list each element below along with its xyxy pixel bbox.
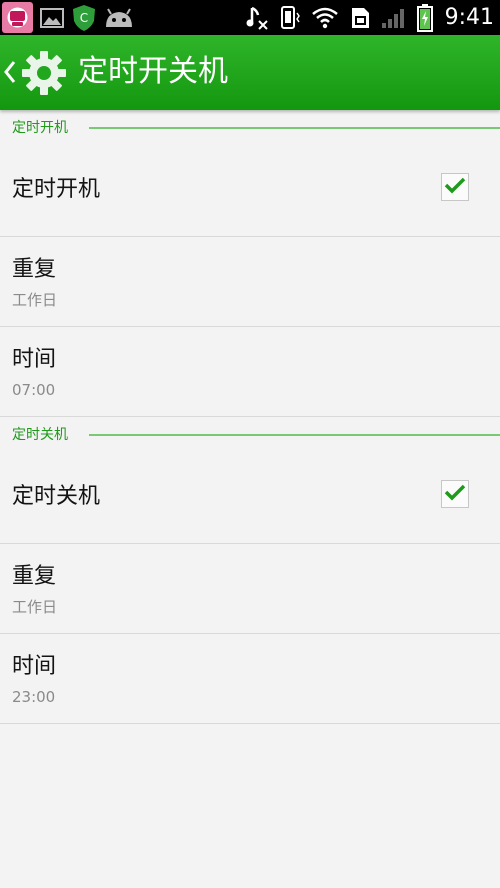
- power-on-time-label: 时间: [12, 347, 57, 372]
- music-muted-icon: [245, 5, 269, 31]
- gallery-icon: [39, 6, 65, 30]
- settings-list: 定时开机 定时开机 重复 工作日 时间 07:00 定时关机 定时关机 重复 工…: [0, 110, 500, 724]
- power-on-repeat-row[interactable]: 重复 工作日: [0, 237, 500, 327]
- back-button[interactable]: [0, 35, 74, 110]
- section-divider: [89, 434, 500, 436]
- power-on-time-row[interactable]: 时间 07:00: [0, 327, 500, 417]
- power-off-checkbox[interactable]: [441, 480, 469, 508]
- power-off-toggle-row[interactable]: 定时关机: [0, 452, 500, 544]
- power-off-toggle-label: 定时关机: [12, 484, 101, 509]
- power-on-toggle-label: 定时开机: [12, 177, 101, 202]
- sim-icon: [349, 6, 371, 30]
- svg-text:C: C: [80, 11, 88, 25]
- action-bar: 定时开关机: [0, 35, 500, 110]
- power-off-repeat-row[interactable]: 重复 工作日: [0, 544, 500, 634]
- gear-icon: [20, 49, 68, 101]
- checkmark-icon: [444, 176, 466, 198]
- power-off-time-row[interactable]: 时间 23:00: [0, 634, 500, 724]
- section-header-power-on: 定时开机: [0, 110, 500, 145]
- power-off-time-label: 时间: [12, 654, 57, 679]
- notification-icons: C: [2, 2, 135, 33]
- app-notification-icon: [2, 2, 33, 33]
- section-divider: [89, 127, 500, 129]
- section-label: 定时开机: [12, 120, 68, 136]
- power-off-repeat-value: 工作日: [12, 598, 58, 616]
- power-on-repeat-label: 重复: [12, 257, 57, 282]
- clock: 9:41: [444, 5, 494, 30]
- power-on-checkbox[interactable]: [441, 173, 469, 201]
- power-off-time-value: 23:00: [12, 688, 56, 706]
- battery-charging-icon: [416, 3, 433, 32]
- wifi-icon: [311, 6, 339, 30]
- checkmark-icon: [444, 483, 466, 505]
- power-off-repeat-label: 重复: [12, 564, 57, 589]
- power-on-toggle-row[interactable]: 定时开机: [0, 145, 500, 237]
- system-icons: 9:41: [245, 0, 494, 35]
- power-on-time-value: 07:00: [12, 381, 56, 399]
- page-title: 定时开关机: [78, 54, 228, 89]
- chevron-left-icon: [3, 59, 17, 89]
- status-bar: C 9:41: [0, 0, 500, 35]
- section-header-power-off: 定时关机: [0, 417, 500, 452]
- vibrate-icon: [279, 5, 301, 31]
- power-on-repeat-value: 工作日: [12, 291, 58, 309]
- section-label: 定时关机: [12, 427, 68, 443]
- shield-app-icon: C: [71, 4, 97, 32]
- android-icon: [103, 5, 135, 31]
- signal-icon: [381, 6, 407, 30]
